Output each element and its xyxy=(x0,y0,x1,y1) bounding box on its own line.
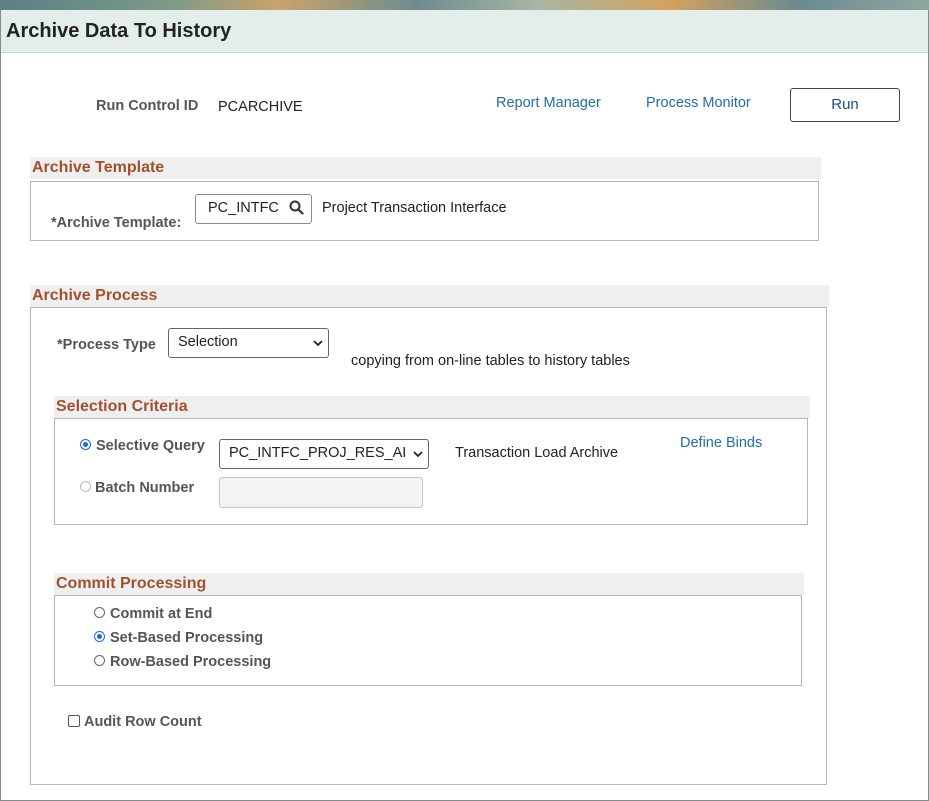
process-type-label: *Process Type xyxy=(57,337,156,353)
title-bar: Archive Data To History xyxy=(1,10,928,53)
query-description: Transaction Load Archive xyxy=(455,445,619,461)
archive-template-description: Project Transaction Interface xyxy=(322,200,507,216)
selection-criteria-section-header: Selection Criteria xyxy=(54,396,810,418)
page-title: Archive Data To History xyxy=(6,20,232,42)
report-manager-link[interactable]: Report Manager xyxy=(496,95,601,111)
process-monitor-link[interactable]: Process Monitor xyxy=(646,95,751,111)
batch-number-input[interactable] xyxy=(219,477,423,508)
process-type-description: copying from on-line tables to history t… xyxy=(351,353,630,369)
selective-query-select[interactable]: PC_INTFC_PROJ_RES_AI xyxy=(219,439,429,469)
selective-query-value: PC_INTFC_PROJ_RES_AI xyxy=(229,445,407,461)
run-control-label: Run Control ID xyxy=(96,98,199,114)
run-control-value: PCARCHIVE xyxy=(218,99,303,115)
chevron-down-icon xyxy=(313,329,323,357)
commit-at-end-label: Commit at End xyxy=(110,606,213,622)
archive-template-input[interactable]: PC_INTFC xyxy=(195,194,312,224)
batch-number-label: Batch Number xyxy=(95,480,195,496)
selective-query-label: Selective Query xyxy=(96,438,205,454)
row-based-processing-label: Row-Based Processing xyxy=(110,654,272,670)
selective-query-radio[interactable] xyxy=(80,439,91,450)
commit-at-end-radio[interactable] xyxy=(94,607,105,618)
decorative-banner xyxy=(0,0,929,10)
define-binds-link[interactable]: Define Binds xyxy=(680,435,762,451)
archive-process-section-header: Archive Process xyxy=(30,285,829,307)
archive-template-label: *Archive Template: xyxy=(51,215,182,231)
archive-template-value: PC_INTFC xyxy=(208,200,279,216)
audit-row-count-checkbox[interactable] xyxy=(68,715,80,727)
row-based-processing-radio[interactable] xyxy=(94,655,105,666)
run-button[interactable]: Run xyxy=(790,88,900,122)
set-based-processing-radio[interactable] xyxy=(94,631,105,642)
search-icon[interactable] xyxy=(289,195,304,221)
archive-template-section-header: Archive Template xyxy=(30,157,821,179)
commit-processing-section-header: Commit Processing xyxy=(54,573,804,595)
audit-row-count-label: Audit Row Count xyxy=(84,714,202,730)
chevron-down-icon xyxy=(411,440,423,468)
batch-number-radio[interactable] xyxy=(80,481,91,492)
process-type-select[interactable]: Selection xyxy=(168,328,329,358)
set-based-processing-label: Set-Based Processing xyxy=(110,630,264,646)
process-type-value: Selection xyxy=(178,334,238,350)
